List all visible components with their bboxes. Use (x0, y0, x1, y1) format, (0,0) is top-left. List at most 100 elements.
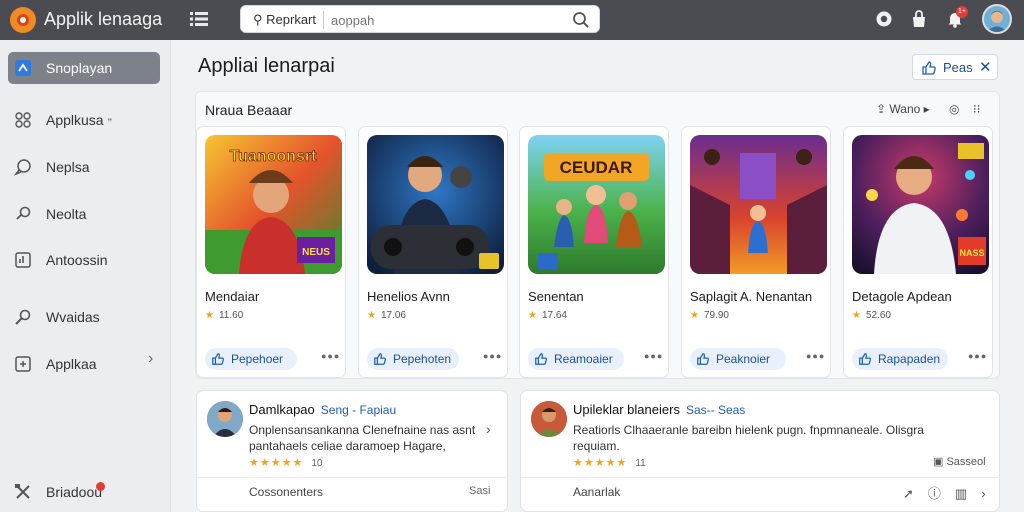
search-divider (323, 11, 324, 29)
app-action-button[interactable]: Rapapaden (852, 348, 948, 370)
search-bar[interactable]: ⚲ Reprkart (240, 5, 600, 33)
divider (521, 477, 1001, 478)
app-name: Senentan (528, 289, 584, 304)
help-icon[interactable]: ◎ (949, 102, 959, 116)
sidebar-notification-dot (96, 482, 105, 491)
search-icon[interactable] (572, 11, 590, 29)
like-action-label: Peas (943, 60, 973, 75)
review-text: Onplensansankanna Clenefnaine nas asnt p… (249, 423, 476, 453)
sidebar-item-wvaidas[interactable]: Wvaidas (8, 301, 160, 333)
record-icon[interactable] (874, 9, 894, 29)
sidebar-item-briadoou[interactable]: Briadoou (8, 476, 160, 508)
svg-text:NEUS: NEUS (302, 247, 330, 258)
chart-icon (15, 252, 31, 268)
sidebar-item-label: Applkaa (46, 356, 97, 372)
sidebar-item-neolta[interactable]: Neolta (8, 198, 160, 230)
app-artwork (690, 135, 827, 274)
more-options-icon[interactable]: ⁝⁝ (973, 102, 981, 116)
review-stars: ★★★★★ 11 (573, 457, 646, 469)
app-action-button[interactable]: Pepehoten (367, 348, 459, 370)
app-artwork: NEUS Tuanoonsrt (205, 135, 342, 274)
chat-icon (14, 159, 31, 176)
reviewer-avatar[interactable] (207, 401, 243, 437)
star-icon: ★ (528, 310, 537, 321)
puzzle-icon (15, 60, 31, 76)
delete-icon: ▥ (954, 486, 982, 501)
like-action-button[interactable]: Peas ✕ (912, 54, 998, 80)
review-panel: Upileklar blaneiers Sas-- Seas Reatiorls … (520, 390, 1001, 512)
sidebar-item-neplsa[interactable]: Neplsa (8, 151, 160, 183)
sidebar-item-label: Antoossin (46, 252, 108, 268)
section-sort-control[interactable]: ⇪ Wano ▸ ◎ ⁝⁝ (876, 102, 980, 116)
sidebar-item-applkaa[interactable]: Applkaa (8, 348, 160, 380)
divider (197, 477, 509, 478)
search-scope-label[interactable]: ⚲ Reprkart (253, 12, 316, 28)
bag-icon[interactable] (909, 9, 929, 29)
sidebar-item-snoplayan[interactable]: Snoplayan (8, 52, 160, 84)
avatar-icon (987, 11, 1007, 32)
sidebar-item-label: Wvaidas (46, 309, 100, 325)
thumbs-up-icon (212, 353, 224, 365)
sidebar-item-label: Applkusa ❞ (46, 112, 113, 128)
chevron-right-icon: › (981, 486, 1000, 501)
thumbs-up-icon (697, 353, 709, 365)
app-action-button[interactable]: Reamoaier (528, 348, 624, 370)
menu-icon[interactable] (190, 11, 208, 27)
app-name: Saplagit A. Nenantan (690, 289, 813, 304)
more-icon[interactable]: ●●● (968, 351, 987, 361)
review-footer-action[interactable]: Sasi (469, 485, 490, 497)
review-text: Reatiorls Clhaaeranle bareibn hielenk pu… (573, 423, 924, 453)
review-stars: ★★★★★ 10 (249, 457, 323, 469)
share-icon: ⇪ (876, 102, 887, 116)
more-icon[interactable]: ●●● (644, 351, 663, 361)
app-rating: ★ 79.90 (690, 310, 729, 321)
app-name: Detagole Apdean (852, 289, 952, 304)
star-icon: ★ (205, 310, 214, 321)
chevron-right-icon[interactable]: › (486, 421, 491, 437)
sidebar-item-label: Snoplayan (46, 60, 113, 76)
app-artwork: CEUDAR (528, 135, 665, 274)
reviewer-name: Damlkapao Seng - Fapiau (249, 402, 397, 417)
app-card[interactable]: Henelios Avnn ★ 17.06 Pepehoten ●●● (358, 126, 508, 378)
app-card[interactable]: Saplagit A. Nenantan ★ 79.90 Peaknoier ●●… (681, 126, 831, 378)
box-icon (15, 356, 31, 372)
more-icon[interactable]: ●●● (806, 351, 825, 361)
page-title: Appliai lenarpai (198, 55, 335, 77)
app-action-button[interactable]: Pepehoer (205, 348, 297, 370)
chevron-right-icon[interactable]: › (148, 350, 153, 368)
review-footer-link[interactable]: Aanarlak (573, 485, 620, 499)
app-artwork (367, 135, 504, 274)
svg-text:Tuanoonsrt: Tuanoonsrt (230, 148, 317, 165)
app-rating: ★ 17.64 (528, 310, 567, 321)
review-action-icons[interactable]: ➚ⓘ▥› (903, 483, 1000, 502)
thumbs-up-icon (859, 353, 871, 365)
info-icon: ⓘ (927, 486, 955, 501)
sidebar-item-label: Briadoou (46, 484, 103, 500)
star-icon: ★ (367, 310, 376, 321)
app-card[interactable]: NEUS Tuanoonsrt Mendaiar ★ 11.60 Pepehoer… (196, 126, 346, 378)
app-action-button[interactable]: Peaknoier (690, 348, 786, 370)
app-logo-icon[interactable] (10, 7, 36, 33)
sidebar-item-applkusa[interactable]: Applkusa ❞ (8, 104, 160, 136)
sidebar-item-antoossin[interactable]: Antoossin (8, 244, 160, 276)
app-name: Henelios Avnn (367, 289, 450, 304)
reviewer-avatar[interactable] (531, 401, 567, 437)
bookmark-icon: ▣ (933, 456, 944, 468)
search-input[interactable] (331, 10, 561, 30)
grid-icon (15, 112, 31, 128)
app-card[interactable]: CEUDAR Senentan ★ 17.64 Reamoaier ●●● (519, 126, 669, 378)
tools-icon (15, 484, 30, 499)
more-icon[interactable]: ●●● (321, 351, 340, 361)
edit-icon (15, 309, 31, 325)
close-icon[interactable]: ✕ (979, 58, 992, 76)
app-rating: ★ 11.60 (205, 310, 244, 321)
app-name: Mendaiar (205, 289, 260, 304)
user-avatar[interactable] (982, 4, 1012, 34)
app-rating: ★ 52.60 (852, 310, 891, 321)
more-icon[interactable]: ●●● (483, 351, 502, 361)
review-save-button[interactable]: ▣ Sasseol (933, 455, 986, 468)
app-card[interactable]: NASS Detagole Apdean ★ 52.60 Rapapaden ●●… (843, 126, 993, 378)
thumbs-up-icon (535, 353, 547, 365)
section-title: Nraua Beaaar (205, 102, 293, 118)
review-footer-link[interactable]: Cossonenters (249, 485, 323, 499)
